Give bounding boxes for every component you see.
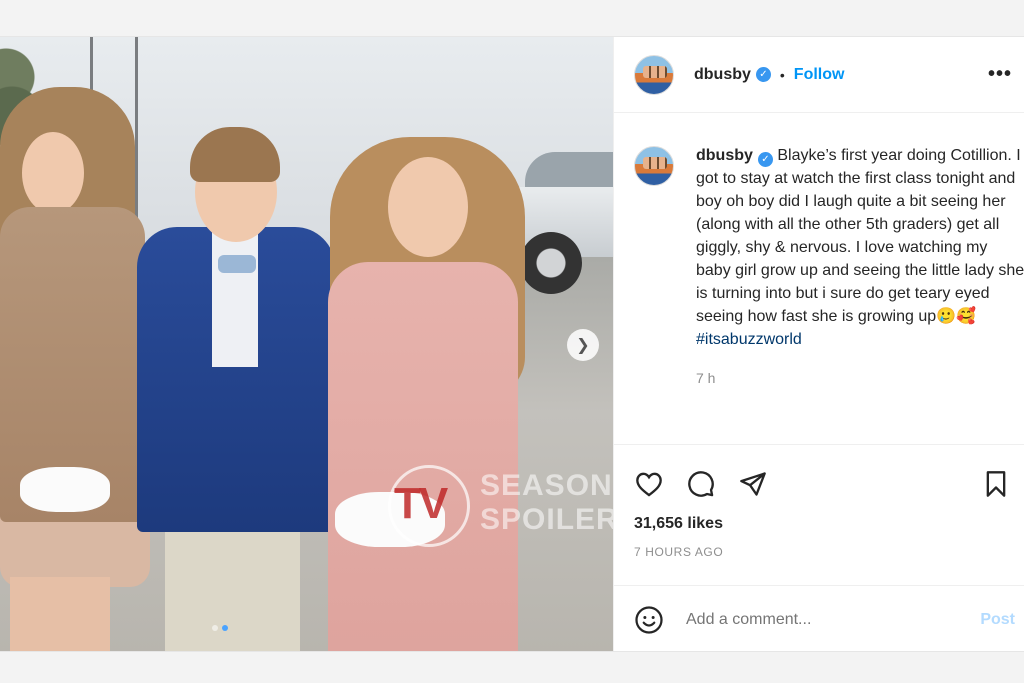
carousel-dot-active [222,625,228,631]
posted-time[interactable]: 7 HOURS AGO [614,533,1024,559]
caption-text-block: dbusby ✓ Blayke’s first year doing Cotill… [696,144,1024,390]
instagram-post: TV SEASON SPOILER ❯ dbusby ✓ • Follow ••… [0,36,1024,652]
watermark-line1: SEASON [480,469,613,502]
comment-icon[interactable] [686,469,716,499]
header-username[interactable]: dbusby [694,66,751,84]
girl-right-face [388,157,468,257]
post-caption: dbusby ✓ Blayke’s first year doing Cotill… [634,144,1024,390]
follow-button[interactable]: Follow [794,66,845,84]
share-icon[interactable] [738,469,768,499]
more-options-icon[interactable]: ••• [988,63,1012,86]
post-sidebar: dbusby ✓ • Follow ••• dbusby ✓ Blayke’s f… [613,37,1024,651]
carousel-dot [212,625,218,631]
bookmark-icon[interactable] [981,469,1011,499]
season-spoiler-watermark: TV SEASON SPOILER [388,465,613,547]
girl-left-gloves [20,467,110,512]
post-comment-button[interactable]: Post [980,611,1015,629]
post-header: dbusby ✓ • Follow ••• [614,37,1024,113]
action-icons-row [614,445,1024,507]
watermark-line2: SPOILER [480,503,613,536]
header-separator: • [779,66,785,83]
girl-left-legs [10,577,110,651]
verified-icon: ✓ [757,152,773,167]
comment-bar: Post [614,585,1024,653]
likes-count[interactable]: 31,656 likes [614,507,1024,533]
avatar[interactable] [634,54,674,95]
verified-icon: ✓ [755,67,771,82]
post-photo[interactable]: TV SEASON SPOILER ❯ [0,37,613,651]
caption-hashtag[interactable]: #itsabuzzworld [696,331,802,348]
caption-time[interactable]: 7 h [696,367,1024,390]
caption-username[interactable]: dbusby [696,147,753,164]
girl-left-face [22,132,84,214]
emoji-icon[interactable] [634,605,664,635]
carousel-dots [212,625,228,631]
watermark-logo: TV [394,479,448,528]
caption-avatar[interactable] [634,146,674,186]
boy-shirt [212,227,258,367]
girl-right-dress [328,262,518,651]
carousel-next-button[interactable]: ❯ [567,329,599,361]
boy-bowtie [218,255,256,273]
heart-icon[interactable] [634,469,664,499]
caption-text: Blayke’s first year doing Cotillion. I g… [696,147,1024,325]
comment-input[interactable] [686,610,981,629]
post-actions: 31,656 likes 7 HOURS AGO [614,444,1024,559]
chevron-right-icon: ❯ [576,337,590,354]
